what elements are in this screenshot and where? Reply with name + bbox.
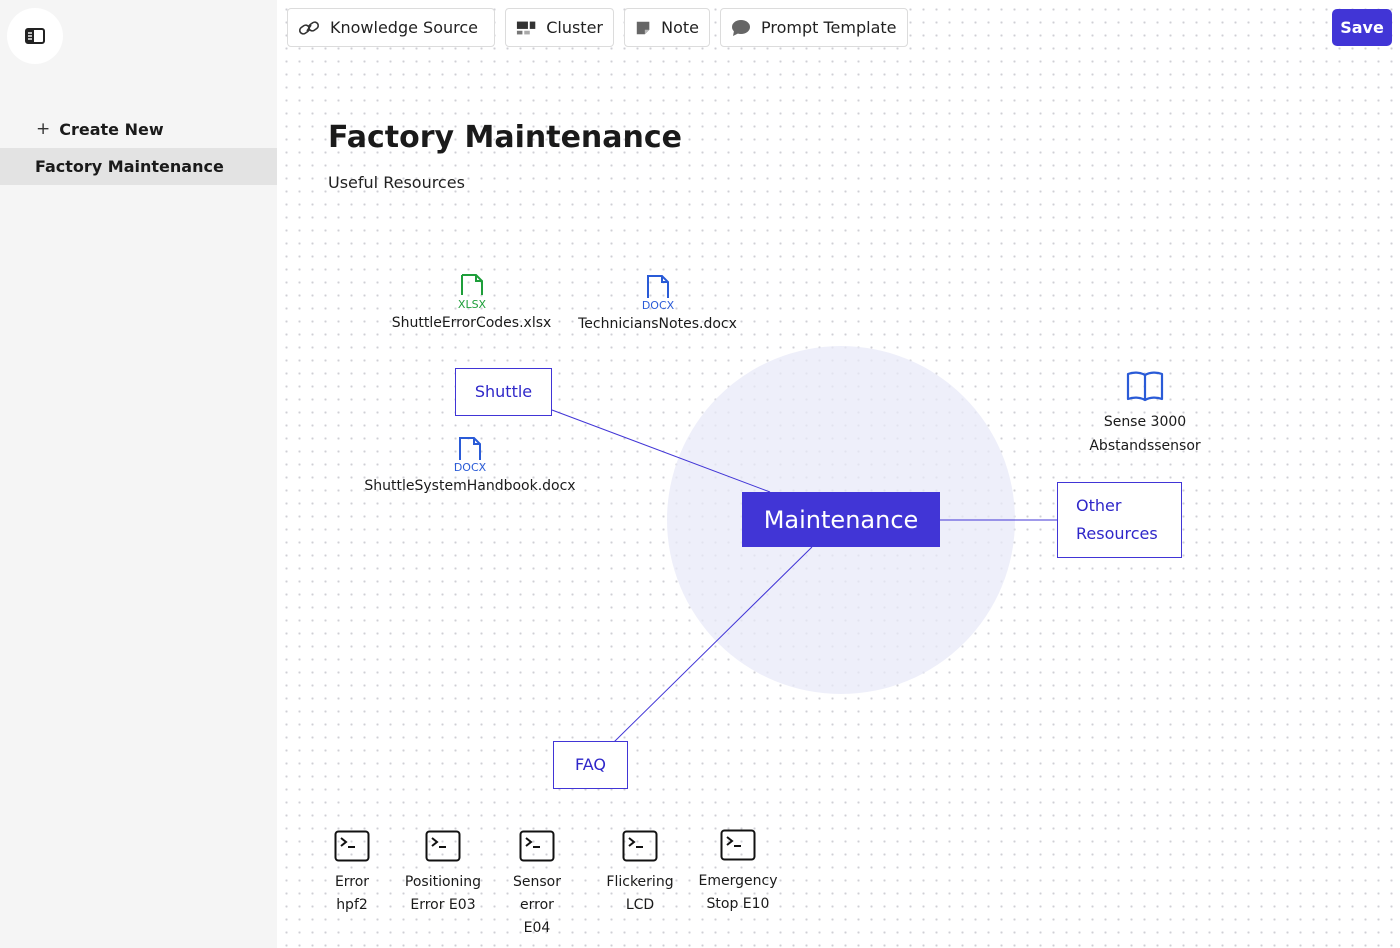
terminal-icon	[519, 830, 555, 862]
file-name: TechniciansNotes.docx	[578, 316, 737, 332]
prompt-template-label: Prompt Template	[761, 18, 897, 37]
sidebar-item-factory-maintenance[interactable]: Factory Maintenance	[0, 148, 277, 185]
cluster-node-label: FAQ	[575, 755, 606, 774]
file-type-label: XLSX	[457, 298, 486, 311]
cluster-node-faq[interactable]: FAQ	[553, 741, 628, 789]
prompt-label: Error hpf2	[334, 874, 370, 913]
prompt-node-sensor-error[interactable]: Sensor error E04	[502, 830, 572, 940]
book-icon	[1126, 371, 1164, 402]
terminal-icon	[334, 830, 370, 862]
cluster-icon	[516, 21, 536, 34]
book-label-line1: Sense 3000	[1103, 414, 1187, 430]
link-icon	[298, 20, 320, 35]
note-icon	[636, 21, 650, 34]
sidebar-panel-icon	[25, 28, 45, 44]
xlsx-file-icon: XLSX	[457, 274, 486, 311]
file-node-technicians-notes[interactable]: DOCX TechniciansNotes.docx	[575, 274, 740, 332]
file-name: ShuttleSystemHandbook.docx	[364, 478, 576, 494]
docx-file-icon: DOCX	[642, 275, 674, 312]
create-new-label: Create New	[59, 119, 164, 139]
create-new-button[interactable]: + Create New	[36, 118, 164, 140]
file-name: ShuttleErrorCodes.xlsx	[391, 315, 552, 331]
cluster-node-maintenance[interactable]: Maintenance	[742, 492, 940, 547]
add-cluster-button[interactable]: Cluster	[505, 8, 614, 47]
add-note-button[interactable]: Note	[624, 8, 710, 47]
add-knowledge-source-button[interactable]: Knowledge Source	[287, 8, 495, 47]
note-label: Note	[661, 18, 699, 37]
book-label-line2: Abstandssensor	[1089, 438, 1201, 454]
prompt-label: Sensor error E04	[513, 874, 561, 936]
page-title[interactable]: Factory Maintenance	[328, 120, 682, 155]
sidebar: + Create New Factory Maintenance	[0, 0, 277, 948]
cluster-node-label: Other Resources	[1076, 496, 1158, 543]
knowledge-source-sense-3000[interactable]: Sense 3000 Abstandssensor	[1080, 370, 1210, 458]
cluster-node-label: Shuttle	[474, 382, 533, 401]
page-subtitle[interactable]: Useful Resources	[328, 173, 465, 192]
docx-file-icon: DOCX	[454, 437, 486, 474]
chat-bubble-icon	[732, 19, 750, 36]
prompt-node-positioning-error[interactable]: Positioning Error E03	[398, 830, 488, 917]
knowledge-source-label: Knowledge Source	[330, 18, 478, 37]
prompt-node-emergency-stop[interactable]: Emergency Stop E10	[693, 829, 783, 916]
prompt-label: Positioning Error E03	[404, 874, 482, 913]
prompt-label: Emergency Stop E10	[698, 873, 778, 912]
cluster-label: Cluster	[546, 18, 603, 37]
file-type-label: DOCX	[642, 299, 674, 312]
add-prompt-template-button[interactable]: Prompt Template	[720, 8, 908, 47]
sidebar-item-label: Factory Maintenance	[35, 157, 224, 176]
terminal-icon	[622, 830, 658, 862]
save-button[interactable]: Save	[1332, 9, 1392, 46]
plus-icon: +	[36, 119, 51, 139]
terminal-icon	[720, 829, 756, 861]
file-node-shuttle-system-handbook[interactable]: DOCX ShuttleSystemHandbook.docx	[360, 436, 580, 494]
cluster-node-other-resources[interactable]: Other Resources	[1057, 482, 1182, 558]
knowledge-source-label: Sense 3000 Abstandssensor	[1089, 410, 1200, 458]
cluster-node-shuttle[interactable]: Shuttle	[455, 368, 552, 416]
cluster-node-label: Maintenance	[763, 505, 919, 534]
prompt-node-flickering-lcd[interactable]: Flickering LCD	[600, 830, 680, 917]
file-node-shuttle-error-codes[interactable]: XLSX ShuttleErrorCodes.xlsx	[390, 273, 553, 331]
prompt-node-error-hpf2[interactable]: Error hpf2	[322, 830, 382, 917]
file-type-label: DOCX	[454, 461, 486, 474]
terminal-icon	[425, 830, 461, 862]
prompt-label: Flickering LCD	[606, 874, 674, 913]
sidebar-toggle-button[interactable]	[7, 8, 63, 64]
